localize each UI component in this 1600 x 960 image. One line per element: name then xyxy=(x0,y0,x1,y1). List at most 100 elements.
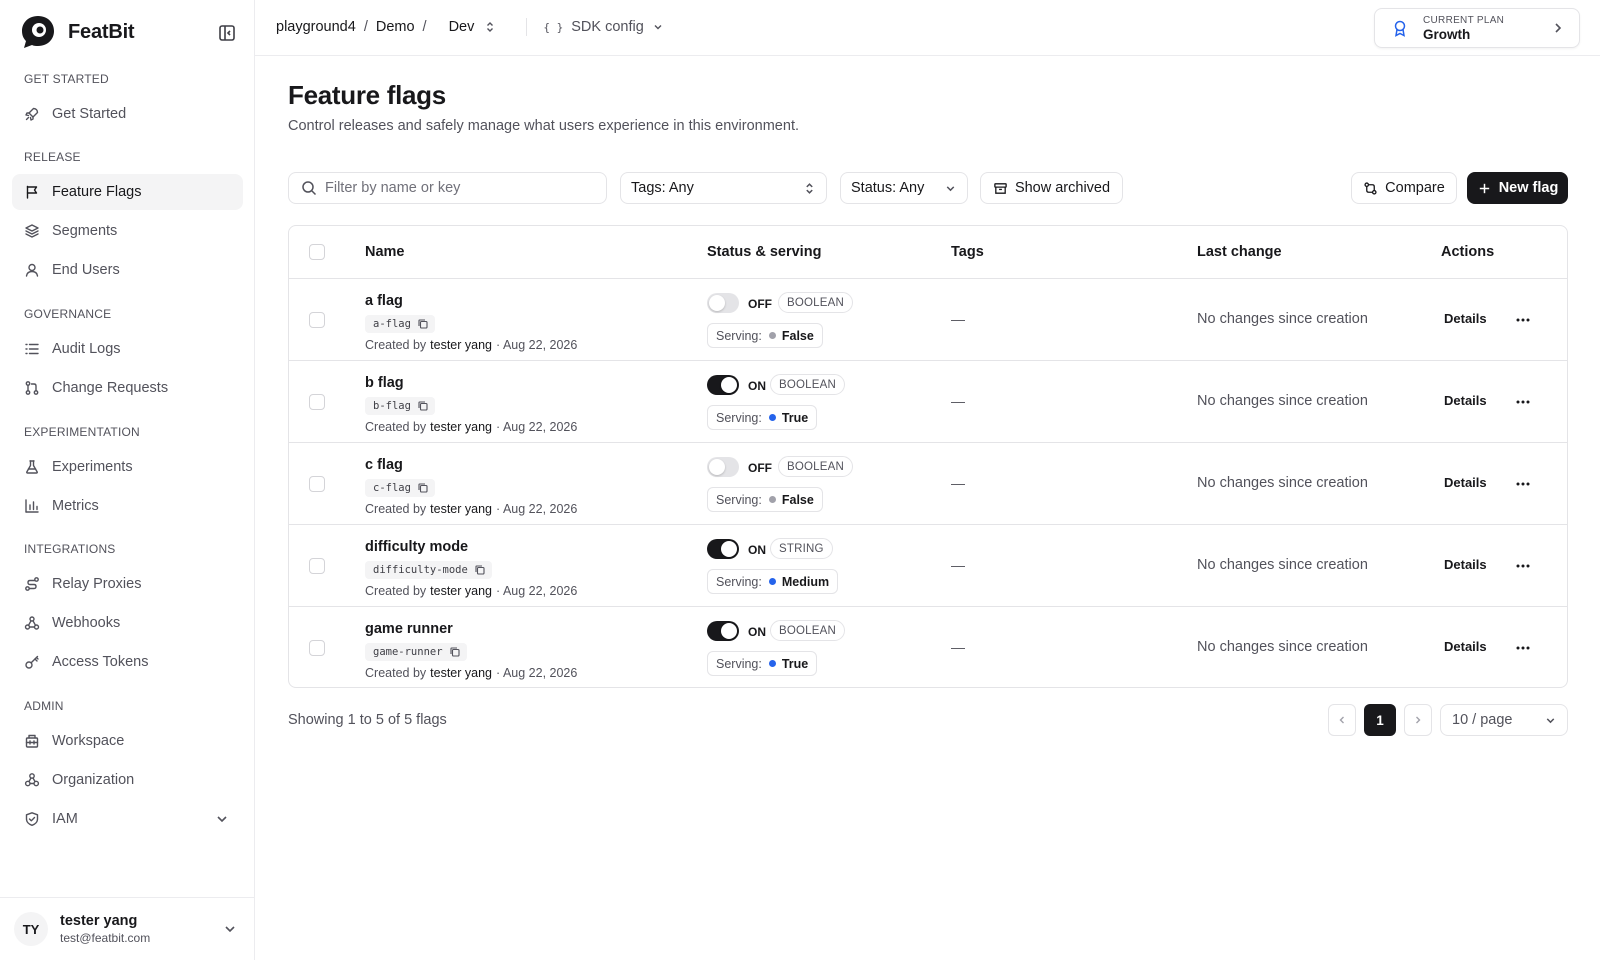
sidebar-item-iam[interactable]: IAM xyxy=(12,801,243,837)
more-horizontal-icon[interactable] xyxy=(1515,642,1531,654)
serving-prefix: Serving: xyxy=(716,492,762,507)
plan-label: CURRENT PLAN xyxy=(1423,14,1505,26)
breadcrumb-project[interactable]: playground4 xyxy=(276,19,356,35)
column-header-last-change[interactable]: Last change xyxy=(1197,244,1282,260)
copy-icon[interactable] xyxy=(417,318,429,330)
row-checkbox[interactable] xyxy=(309,558,325,574)
more-horizontal-icon[interactable] xyxy=(1515,560,1531,572)
sidebar-item-end-users[interactable]: End Users xyxy=(12,252,243,288)
nav-section-experimentation: EXPERIMENTATION xyxy=(24,425,140,439)
search-box[interactable] xyxy=(288,172,607,204)
row-checkbox[interactable] xyxy=(309,312,325,328)
flag-tags: — xyxy=(951,311,965,327)
sidebar-item-relay-proxies[interactable]: Relay Proxies xyxy=(12,566,243,602)
sidebar-item-metrics[interactable]: Metrics xyxy=(12,488,243,524)
serving-dot xyxy=(768,660,776,667)
row-checkbox[interactable] xyxy=(309,476,325,492)
table-row[interactable]: difficulty mode difficulty-mode Created … xyxy=(289,525,1567,607)
compare-icon xyxy=(1364,181,1377,195)
row-checkbox[interactable] xyxy=(309,394,325,410)
serving-dot xyxy=(768,332,776,339)
new-flag-button[interactable]: New flag xyxy=(1467,172,1568,204)
sidebar-item-access-tokens[interactable]: Access Tokens xyxy=(12,644,243,680)
more-horizontal-icon[interactable] xyxy=(1515,478,1531,490)
chevron-down-icon[interactable] xyxy=(223,922,237,936)
brand[interactable]: FeatBit xyxy=(20,14,135,50)
copy-icon[interactable] xyxy=(474,564,486,576)
show-archived-button[interactable]: Show archived xyxy=(980,172,1123,204)
row-checkbox[interactable] xyxy=(309,640,325,656)
sidebar-toggle-icon[interactable] xyxy=(216,22,238,44)
flag-name[interactable]: c flag xyxy=(365,457,403,473)
flag-name[interactable]: game runner xyxy=(365,621,453,637)
page-size-select[interactable]: 10 / page xyxy=(1440,704,1568,736)
sidebar-item-get-started[interactable]: Get Started xyxy=(12,96,243,132)
breadcrumb-organization[interactable]: Demo xyxy=(376,19,415,35)
created-by-prefix: Created by xyxy=(365,420,427,434)
flag-last-change: No changes since creation xyxy=(1197,393,1368,409)
sidebar-item-audit-logs[interactable]: Audit Logs xyxy=(12,331,243,367)
details-button[interactable]: Details xyxy=(1444,393,1487,408)
show-archived-label: Show archived xyxy=(1014,180,1111,196)
search-input[interactable] xyxy=(325,180,595,196)
sdk-config-label: SDK config xyxy=(571,19,644,35)
user-menu[interactable]: TY tester yang test@featbit.com xyxy=(0,897,255,960)
sidebar-item-segments[interactable]: Segments xyxy=(12,213,243,249)
sdk-config-button[interactable]: { } SDK config xyxy=(543,19,663,35)
sidebar-item-change-requests[interactable]: Change Requests xyxy=(12,370,243,406)
details-button[interactable]: Details xyxy=(1444,311,1487,326)
column-header-tags[interactable]: Tags xyxy=(951,244,984,260)
sidebar-item-label: Change Requests xyxy=(52,380,169,396)
copy-icon[interactable] xyxy=(417,400,429,412)
breadcrumb-separator: / xyxy=(363,19,368,35)
flag-status-toggle[interactable] xyxy=(707,539,739,559)
table-row[interactable]: b flag b-flag Created by tester yang · Aug… xyxy=(289,361,1567,443)
flag-status-toggle[interactable] xyxy=(707,457,739,477)
select-all-checkbox[interactable] xyxy=(309,244,325,260)
page-button-current[interactable]: 1 xyxy=(1364,704,1396,736)
sidebar-item-workspace[interactable]: Workspace xyxy=(12,723,243,759)
compare-button[interactable]: Compare xyxy=(1351,172,1457,204)
copy-icon[interactable] xyxy=(449,646,461,658)
flag-status-toggle[interactable] xyxy=(707,621,739,641)
sidebar-item-label: Segments xyxy=(52,223,118,239)
details-button[interactable]: Details xyxy=(1444,557,1487,572)
flag-name[interactable]: a flag xyxy=(365,293,403,309)
topbar: playground4 / Demo / Dev { } SDK config … xyxy=(255,0,1600,56)
more-horizontal-icon[interactable] xyxy=(1515,314,1531,326)
sidebar-item-feature-flags[interactable]: Feature Flags xyxy=(12,174,243,210)
shield-icon xyxy=(25,812,39,826)
user-icon xyxy=(25,263,39,277)
details-button[interactable]: Details xyxy=(1444,639,1487,654)
more-horizontal-icon[interactable] xyxy=(1515,396,1531,408)
flag-creator: tester yang xyxy=(430,338,492,352)
tags-filter-select[interactable]: Tags: Any xyxy=(620,172,827,204)
table-row[interactable]: c flag c-flag Created by tester yang · Aug… xyxy=(289,443,1567,525)
flag-created-date: · Aug 22, 2026 xyxy=(496,338,578,352)
copy-icon[interactable] xyxy=(417,482,429,494)
prev-page-button[interactable] xyxy=(1328,704,1356,736)
status-filter-select[interactable]: Status: Any xyxy=(840,172,968,204)
table-row[interactable]: game runner game-runner Created by tester… xyxy=(289,607,1567,687)
current-plan-card[interactable]: CURRENT PLAN Growth xyxy=(1374,8,1580,48)
user-name: tester yang xyxy=(60,913,138,929)
column-header-status[interactable]: Status & serving xyxy=(707,244,821,260)
flag-status-toggle[interactable] xyxy=(707,293,739,313)
details-button[interactable]: Details xyxy=(1444,475,1487,490)
serving-value: Medium xyxy=(781,574,830,589)
breadcrumb: playground4 / Demo / Dev { } SDK config xyxy=(276,18,664,36)
flag-status-toggle[interactable] xyxy=(707,375,739,395)
created-by-prefix: Created by xyxy=(365,584,427,598)
sidebar-item-experiments[interactable]: Experiments xyxy=(12,449,243,485)
user-email: test@featbit.com xyxy=(60,931,151,945)
flag-name[interactable]: difficulty mode xyxy=(365,539,468,555)
next-page-button[interactable] xyxy=(1404,704,1432,736)
table-row[interactable]: a flag a-flag Created by tester yang · Aug… xyxy=(289,279,1567,361)
column-header-name[interactable]: Name xyxy=(365,244,405,260)
flag-name[interactable]: b flag xyxy=(365,375,404,391)
environment-selector[interactable]: Dev xyxy=(449,19,497,35)
sidebar-item-webhooks[interactable]: Webhooks xyxy=(12,605,243,641)
table-header: Name Status & serving Tags Last change A… xyxy=(289,226,1567,279)
serving-prefix: Serving: xyxy=(716,328,762,343)
sidebar-item-organization[interactable]: Organization xyxy=(12,762,243,798)
